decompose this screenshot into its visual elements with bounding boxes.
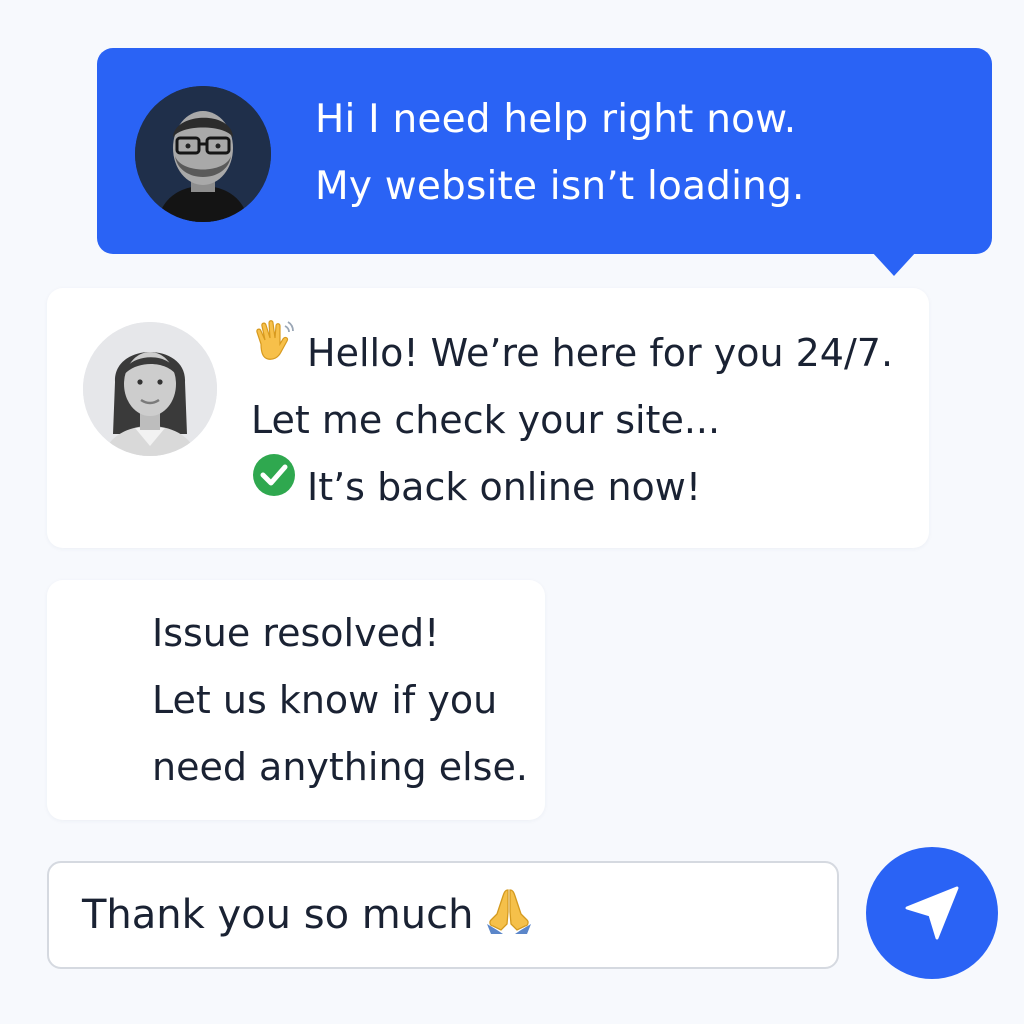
agent-message-text: Hello! We’re here for you 24/7. Let me c… [251, 320, 893, 521]
resolved-message-line: Let us know if you [152, 678, 498, 722]
user-message-line: Hi I need help right now. [315, 97, 797, 142]
waving-hand-icon [251, 318, 297, 385]
resolved-message-bubble: Issue resolved! Let us know if you need … [47, 580, 545, 820]
message-input-value: Thank you so much [82, 892, 474, 938]
resolved-message-text: Issue resolved! Let us know if you need … [152, 600, 528, 801]
user-message-text: Hi I need help right now. My website isn… [315, 86, 805, 220]
user-message-line: My website isn’t loading. [315, 164, 805, 209]
man-with-glasses-avatar-icon [135, 86, 271, 222]
agent-message-line: It’s back online now! [251, 454, 893, 521]
agent-message-line-text: Hello! We’re here for you 24/7. [307, 331, 894, 375]
agent-message-line-text: It’s back online now! [307, 465, 702, 509]
folded-hands-icon [483, 884, 535, 946]
message-input[interactable]: Thank you so much [47, 861, 839, 969]
agent-message-line: Hello! We’re here for you 24/7. [251, 320, 893, 387]
resolved-message-line: need anything else. [152, 745, 528, 789]
bubble-tail [872, 252, 916, 276]
chat-window: Hi I need help right now. My website isn… [0, 0, 1024, 1024]
agent-message-line: Let me check your site... [251, 387, 893, 454]
woman-support-agent-avatar-icon [83, 322, 217, 456]
paper-plane-send-icon [905, 886, 959, 940]
user-avatar [135, 86, 271, 222]
send-button[interactable] [866, 847, 998, 979]
agent-message-bubble: Hello! We’re here for you 24/7. Let me c… [47, 288, 929, 548]
resolved-message-line: Issue resolved! [152, 611, 440, 655]
agent-avatar [83, 322, 217, 456]
check-mark-icon [251, 452, 297, 519]
user-message-bubble: Hi I need help right now. My website isn… [97, 48, 992, 276]
agent-message-line-text: Let me check your site... [251, 398, 721, 442]
